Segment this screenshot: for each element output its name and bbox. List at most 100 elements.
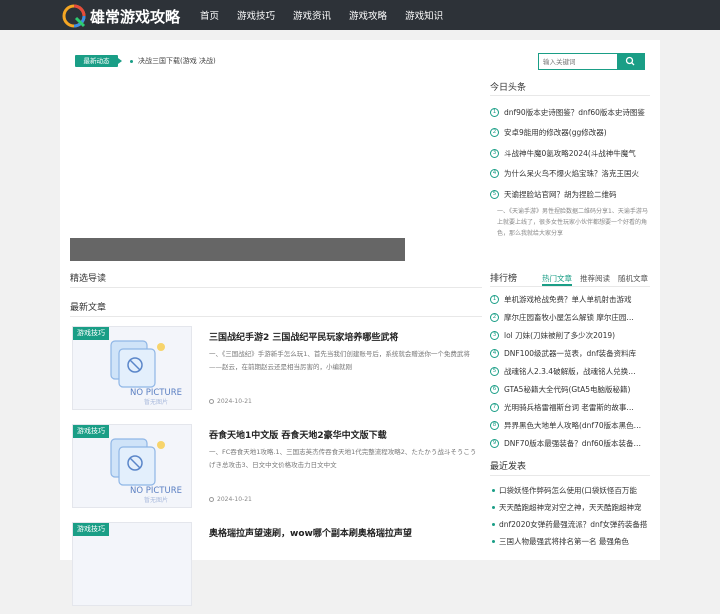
ticker-item[interactable]: 决战三国下载(游戏 决战) [130, 55, 216, 67]
rank-number: 1 [490, 294, 499, 304]
ranking-link: 摩尔庄园畜牧小屋怎么解锁 摩尔庄园… [504, 312, 634, 322]
article-card: 游戏技巧 NO PICTURE 暂无图片 吞食天地1中文版 吞食天地2豪华中文版… [70, 424, 482, 516]
recent-link: 天天酷跑超神宠对空之神，天天酷跑超神宠 [499, 502, 642, 512]
category-tag[interactable]: 游戏技巧 [73, 425, 109, 438]
divider [70, 287, 482, 288]
no-picture-sublabel: 暂无图片 [144, 496, 168, 504]
ticker-label: 决战三国下载(游戏 决战) [138, 57, 216, 65]
nav-item-tips[interactable]: 游戏技巧 [237, 8, 275, 22]
recent-item[interactable]: 天天酷跑超神宠对空之神，天天酷跑超神宠 [490, 500, 652, 514]
logo-text: 雄常游戏攻略 [90, 7, 181, 26]
headline-excerpt: 一、《天谕手游》男性捏脸数据二维码分享1、天谕手游马上就要上线了，很多女性玩家小… [497, 208, 648, 237]
ticker-badge: 最新动态 [75, 55, 122, 67]
bullet-icon [492, 522, 495, 526]
ranking-item[interactable]: 9 DNF70版本最强装备？dnf60版本装备… [490, 436, 652, 450]
article-date: 2024-10-21 [209, 496, 252, 503]
ranking-item[interactable]: 8 异界黑色大地单人攻略(dnf70版本黑色… [490, 418, 652, 432]
ranking-tabs: 热门文章 推荐阅读 随机文章 [542, 273, 656, 284]
search-button[interactable] [617, 54, 644, 69]
featured-heading: 精选导读 [70, 274, 107, 284]
rank-number: 8 [490, 420, 499, 430]
slider-banner[interactable] [70, 238, 405, 261]
logo-icon [62, 4, 86, 28]
recent-link: 三国人物最强武将排名第一名 最强角色 [499, 536, 629, 546]
recent-link: 口袋妖怪作弊码怎么使用(口袋妖怪百万能 [499, 485, 637, 495]
tab-hot[interactable]: 热门文章 [542, 273, 572, 284]
nav-item-home[interactable]: 首页 [200, 8, 219, 22]
rank-number: 3 [490, 330, 499, 340]
site-logo[interactable]: 雄常游戏攻略 [62, 4, 180, 28]
article-date-text: 2024-10-21 [217, 496, 252, 503]
search-input[interactable] [539, 54, 617, 69]
nav-item-news[interactable]: 游戏资讯 [293, 8, 331, 22]
recent-item[interactable]: 三国人物最强武将排名第一名 最强角色 [490, 534, 652, 548]
clock-icon [209, 399, 214, 404]
article-date-text: 2024-10-21 [217, 398, 252, 405]
rank-number: 4 [490, 348, 499, 358]
ranking-item[interactable]: 5 战魂铭人2.3.4破解版，战魂铭人兑换… [490, 364, 652, 378]
article-thumbnail[interactable]: 游戏技巧 NO PICTURE 暂无图片 [72, 424, 192, 508]
ranking-item[interactable]: 2 摩尔庄园畜牧小屋怎么解锁 摩尔庄园… [490, 310, 652, 324]
ranking-link: DNF70版本最强装备？dnf60版本装备… [504, 438, 641, 448]
article-title[interactable]: 吞食天地1中文版 吞食天地2豪华中文版下载 [209, 428, 387, 441]
tab-random[interactable]: 随机文章 [618, 273, 648, 284]
headline-item[interactable]: 4 为什么呆火鸟不爆火焰宝珠？洛克王国火 [490, 166, 652, 180]
main-nav: 首页 游戏技巧 游戏资讯 游戏攻略 游戏知识 [200, 0, 461, 30]
rank-number: 3 [490, 148, 499, 158]
headline-item[interactable]: 2 安卓9能用的修改器(gg修改器) [490, 125, 652, 139]
article-thumbnail[interactable]: 游戏技巧 [72, 522, 192, 606]
rank-number: 2 [490, 127, 499, 137]
headline-link: 斗战神牛魔0氪攻略2024(斗战神牛魔气 [504, 148, 636, 158]
article-date: 2024-10-21 [209, 398, 252, 405]
tab-recommended[interactable]: 推荐阅读 [580, 273, 610, 284]
article-card: 游戏技巧 NO PICTURE 暂无图片 三国战纪手游2 三国战纪平民玩家培养哪… [70, 326, 482, 418]
headline-item[interactable]: 1 dnf90版本史诗图鉴？dnf60版本史诗图鉴 [490, 105, 652, 119]
main-content: 最新动态 决战三国下载(游戏 决战) 精选导读 最新文章 游戏技巧 NO PIC… [60, 40, 660, 606]
clock-icon [209, 497, 214, 502]
no-picture-sublabel: 暂无图片 [144, 398, 168, 406]
no-picture-label: NO PICTURE [130, 388, 182, 398]
category-tag[interactable]: 游戏技巧 [73, 327, 109, 340]
divider [490, 95, 650, 96]
divider [490, 475, 650, 476]
nav-item-knowledge[interactable]: 游戏知识 [405, 8, 443, 22]
article-excerpt: 一、《三国战纪》手游新手怎么玩1、首先当我们创建账号后，系统就会赠送你一个免费武… [209, 350, 470, 371]
rank-number: 4 [490, 168, 499, 178]
headline-item[interactable]: 5 天谕捏脸站官网？胡为捏脸二维码 [490, 187, 652, 201]
headlines-heading: 今日头条 [490, 83, 527, 93]
recent-item[interactable]: 口袋妖怪作弊码怎么使用(口袋妖怪百万能 [490, 483, 652, 497]
bullet-icon [492, 505, 495, 509]
recent-item[interactable]: dnf2020女弹药最强流派？dnf女弹药装备搭 [490, 517, 652, 531]
no-picture-label: NO PICTURE [130, 486, 182, 496]
divider [490, 286, 650, 287]
headline-item[interactable]: 3 斗战神牛魔0氪攻略2024(斗战神牛魔气 [490, 146, 652, 160]
rank-number: 6 [490, 384, 499, 394]
headline-link: 天谕捏脸站官网？胡为捏脸二维码 [504, 189, 617, 199]
search-box [538, 53, 645, 70]
top-navbar: 雄常游戏攻略 首页 游戏技巧 游戏资讯 游戏攻略 游戏知识 [0, 0, 720, 30]
article-title[interactable]: 三国战纪手游2 三国战纪平民玩家培养哪些武将 [209, 330, 398, 343]
article-thumbnail[interactable]: 游戏技巧 NO PICTURE 暂无图片 [72, 326, 192, 410]
ranking-link: DNF100级武器一览表，dnf装备资料库 [504, 348, 637, 358]
ranking-item[interactable]: 3 lol 刀妹(刀妹被削了多少次2019) [490, 328, 652, 342]
divider [70, 316, 482, 317]
bullet-icon [130, 59, 133, 63]
article-card: 游戏技巧 奥格瑞拉声望速刷，wow哪个副本刷奥格瑞拉声望 [70, 522, 482, 614]
ranking-item[interactable]: 6 GTA5秘籍大全代码(GtA5电脑版秘籍) [490, 382, 652, 396]
search-icon [625, 56, 635, 66]
article-excerpt: 一、FC吞食天地1攻略.1、三国志英杰传吞食天地1代完整流程攻略2、たたかう战斗… [209, 448, 477, 469]
ranking-item[interactable]: 4 DNF100级武器一览表，dnf装备资料库 [490, 346, 652, 360]
bullet-icon [492, 488, 495, 492]
nav-item-guides[interactable]: 游戏攻略 [349, 8, 387, 22]
ranking-link: 光明骑兵格雷福斯台词 老雷斯的故事… [504, 402, 634, 412]
ranking-link: GTA5秘籍大全代码(GtA5电脑版秘籍) [504, 384, 631, 394]
latest-heading: 最新文章 [70, 303, 107, 313]
ranking-item[interactable]: 7 光明骑兵格雷福斯台词 老雷斯的故事… [490, 400, 652, 414]
article-title[interactable]: 奥格瑞拉声望速刷，wow哪个副本刷奥格瑞拉声望 [209, 526, 412, 539]
rank-number: 7 [490, 402, 499, 412]
ranking-link: 单机游戏枪战免费？单人单机射击游戏 [504, 294, 632, 304]
rank-number: 5 [490, 366, 499, 376]
category-tag[interactable]: 游戏技巧 [73, 523, 109, 536]
rank-number: 2 [490, 312, 499, 322]
ranking-item[interactable]: 1 单机游戏枪战免费？单人单机射击游戏 [490, 292, 652, 306]
